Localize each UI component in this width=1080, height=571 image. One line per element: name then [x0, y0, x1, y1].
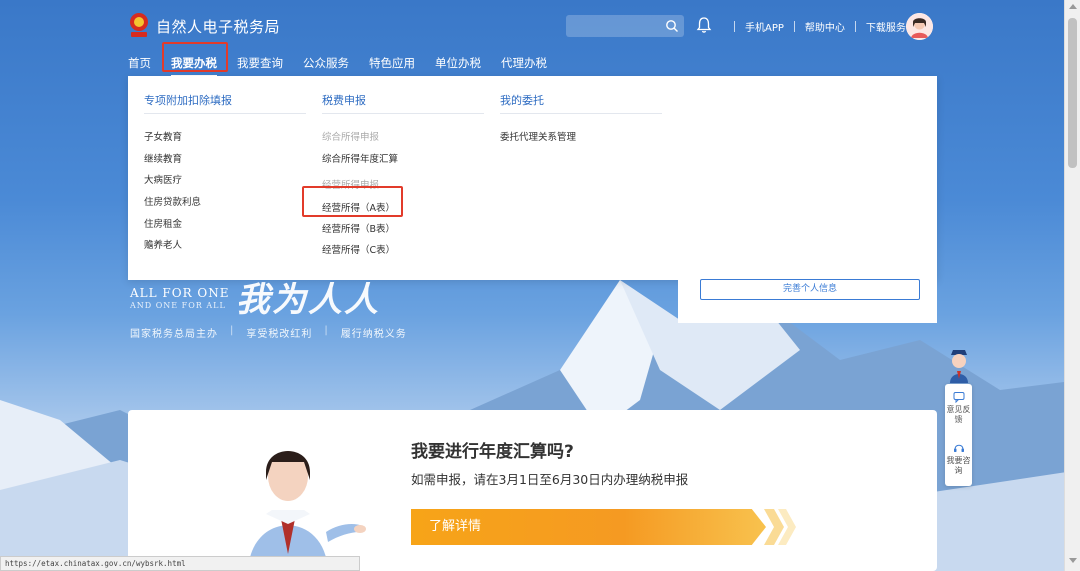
col-title-delegation[interactable]: 我的委托: [500, 92, 544, 108]
user-avatar[interactable]: [906, 13, 933, 40]
floating-side-bar: 意见反馈 我要咨询: [945, 384, 972, 486]
hero-slogan-cn: 我为人人: [236, 280, 380, 320]
page-scrollbar[interactable]: [1064, 0, 1080, 571]
learn-more-button[interactable]: 了解详情: [411, 509, 766, 545]
scroll-down-arrow-icon[interactable]: [1069, 558, 1077, 563]
banner-subtitle: 如需申报，请在3月1日至6月30日内办理纳税申报: [411, 472, 689, 487]
headset-icon: [953, 444, 964, 452]
chat-bubble-icon: [953, 392, 964, 403]
download-service-link[interactable]: 下载服务: [866, 19, 906, 34]
consult-button[interactable]: 我要咨询: [945, 442, 972, 476]
menu-item-annual-settlement[interactable]: 综合所得年度汇算: [322, 151, 398, 165]
consult-label: 我要咨询: [946, 456, 971, 475]
scrollbar-thumb[interactable]: [1068, 18, 1077, 168]
nav-dropdown-menu: 专项附加扣除填报 子女教育 继续教育 大病医疗 住房贷款利息 住房租金 赡养老人…: [128, 76, 937, 280]
profile-card: 完善个人信息: [678, 262, 937, 323]
subline-host: 国家税务总局主办: [130, 329, 218, 340]
annual-settlement-banner: 我要进行年度汇算吗? 如需申报，请在3月1日至6月30日内办理纳税申报 了解详情: [128, 410, 937, 571]
menu-item-elderly-support[interactable]: 赡养老人: [144, 237, 182, 251]
mobile-app-link[interactable]: 手机APP: [745, 19, 784, 34]
divider: [322, 113, 484, 114]
slogan-en-line2: AND ONE FOR ALL: [130, 301, 226, 310]
tax-officer-mascot-icon[interactable]: [944, 347, 974, 385]
menu-item-housing-rent[interactable]: 住房租金: [144, 216, 182, 230]
menu-item-agency-management[interactable]: 委托代理关系管理: [500, 129, 576, 143]
notification-bell-icon[interactable]: [696, 16, 712, 34]
scroll-up-arrow-icon[interactable]: [1069, 4, 1077, 9]
menu-item-business-income-b[interactable]: 经营所得（B表）: [322, 221, 395, 235]
subline-duty: 履行纳税义务: [340, 329, 407, 340]
search-icon[interactable]: [665, 19, 679, 33]
col-title-deductions[interactable]: 专项附加扣除填报: [144, 92, 232, 108]
slogan-en-line1: ALL FOR ONE: [130, 286, 230, 300]
nav-public-service[interactable]: 公众服务: [303, 54, 349, 74]
status-bar-url: https://etax.chinatax.gov.cn/wybsrk.html: [0, 556, 360, 571]
nav-agent-tax[interactable]: 代理办税: [501, 54, 547, 74]
divider: [793, 21, 795, 32]
banner-title: 我要进行年度汇算吗?: [411, 442, 574, 462]
menu-item-child-education[interactable]: 子女教育: [144, 129, 182, 143]
complete-profile-button[interactable]: 完善个人信息: [700, 279, 920, 300]
divider: [144, 113, 306, 114]
nav-unit-tax[interactable]: 单位办税: [435, 54, 481, 74]
chevron-right-icon: [764, 509, 796, 545]
feedback-button[interactable]: 意见反馈: [945, 391, 972, 425]
menu-item-continuing-education[interactable]: 继续教育: [144, 151, 182, 165]
divider: [854, 21, 856, 32]
nav-home[interactable]: 首页: [128, 54, 151, 74]
divider: |: [230, 325, 235, 336]
divider: |: [324, 325, 329, 336]
tax-officer-illustration: [248, 451, 366, 571]
search-input[interactable]: [566, 15, 684, 37]
menu-item-business-income-c[interactable]: 经营所得（C表）: [322, 242, 395, 256]
tax-emblem-icon: [130, 13, 148, 37]
group-header-comprehensive: 综合所得申报: [322, 132, 380, 143]
site-title[interactable]: 自然人电子税务局: [156, 16, 280, 37]
nav-highlight-box: [162, 42, 228, 72]
top-links: 手机APP 帮助中心 下载服务: [724, 19, 906, 34]
divider: [734, 21, 735, 32]
menu-item-serious-illness[interactable]: 大病医疗: [144, 172, 182, 186]
menu-item-mortgage-interest[interactable]: 住房贷款利息: [144, 194, 201, 208]
divider: [500, 113, 662, 114]
menu-highlight-box: [302, 186, 403, 217]
hero-subline: 国家税务总局主办 | 享受税改红利 | 履行纳税义务: [130, 325, 407, 340]
col-title-tax-filing[interactable]: 税费申报: [322, 92, 366, 108]
nav-featured-apps[interactable]: 特色应用: [369, 54, 415, 74]
subline-benefit: 享受税改红利: [246, 329, 313, 340]
nav-query[interactable]: 我要查询: [237, 54, 283, 74]
feedback-label: 意见反馈: [946, 405, 971, 424]
help-center-link[interactable]: 帮助中心: [805, 19, 845, 34]
hero-slogan-en: ALL FOR ONE AND ONE FOR ALL: [130, 286, 230, 310]
avatar-icon: [906, 13, 933, 40]
